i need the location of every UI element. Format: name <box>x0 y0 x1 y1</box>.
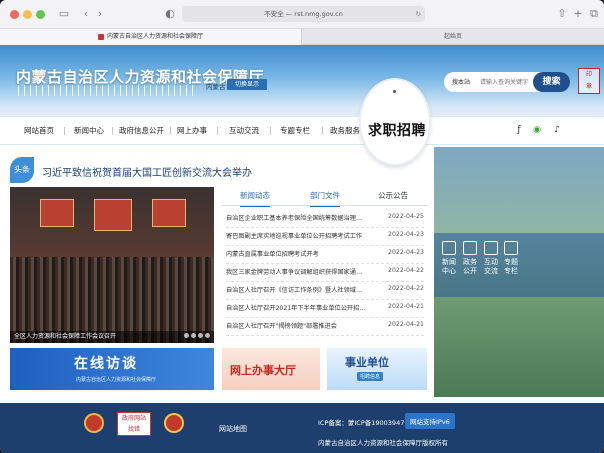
nav-interaction[interactable]: 互动交流 <box>229 125 259 136</box>
site-header: 内蒙古自治区人力资源和社会保障厅 内蒙古 切换显示 搜本站 搜索 印章 <box>0 45 604 117</box>
tab-start-page[interactable]: 起始页 <box>302 29 604 45</box>
sidebar-toggle-icon[interactable]: ▭ <box>56 6 72 22</box>
nav-home[interactable]: 网站首页 <box>24 125 54 136</box>
site-footer: 政府网站 找错 网站地图 ICP备案：蒙ICP备19003947号 网站支持IP… <box>0 403 604 453</box>
magnifier-lens: 求职招聘 <box>361 80 429 164</box>
address-bar[interactable]: 不安全 — rst.nmg.gov.cn ↻ <box>182 6 425 22</box>
search-scope-select[interactable]: 搜本站 <box>452 77 470 86</box>
quick-service-panel: 新闻 中心 政务 公开 互动 交流 专题 专栏 <box>434 233 604 297</box>
list-item[interactable]: 自治区企业职工基本养老保险全国统筹数据治理工... 2022-04-25 <box>226 210 424 228</box>
online-interview-banner[interactable]: 在线访谈 内蒙古自治区人力资源和社会保障厅 <box>10 348 214 390</box>
service-news-center[interactable]: 新闻 中心 <box>438 241 460 276</box>
address-text: 不安全 — rst.nmg.gov.cn <box>264 10 343 18</box>
forward-icon[interactable]: › <box>92 6 108 22</box>
nav-gov-services[interactable]: 政务服务 <box>330 125 360 136</box>
nav-special-topics[interactable]: 专题专栏 <box>280 125 310 136</box>
browser-window: ▭ ‹ › ◐ 不安全 — rst.nmg.gov.cn ↻ ⇧ + ⧉ 内蒙古… <box>0 0 604 453</box>
close-window-button[interactable] <box>10 10 19 19</box>
shield-icon[interactable]: ◐ <box>162 6 178 22</box>
party-emblem-icon <box>84 413 104 433</box>
search-input[interactable] <box>480 76 536 88</box>
copyright-text: 内蒙古自治区人力资源和社会保障厅版权所有 <box>318 439 448 447</box>
wechat-icon[interactable]: ◉ <box>531 124 543 136</box>
list-item[interactable]: 内蒙古直属事业单位招聘考试开考 2022-04-23 <box>226 246 424 264</box>
site-map-link[interactable]: 网站地图 <box>219 424 247 434</box>
search-button[interactable]: 搜索 <box>533 72 570 92</box>
service-interaction[interactable]: 互动 交流 <box>480 241 502 276</box>
weibo-icon[interactable]: ƒ <box>513 124 525 136</box>
tab-overview-icon[interactable]: ⧉ <box>586 6 602 22</box>
tab-bar: 内蒙古自治区人力资源和社会保障厅 起始页 <box>0 29 604 45</box>
headline-badge: 头条 <box>10 157 34 183</box>
nav-online-services[interactable]: 网上办事 <box>177 125 207 136</box>
tab-label: 内蒙古自治区人力资源和社会保障厅 <box>106 33 203 40</box>
main-nav: 网站首页 新闻中心 政府信息公开 网上办事 互动交流 专题专栏 政务服务 ƒ ◉… <box>0 117 604 145</box>
reload-icon[interactable]: ↻ <box>416 6 421 22</box>
seal-icon: 印章 <box>578 68 600 94</box>
new-tab-icon[interactable]: + <box>570 6 586 22</box>
carousel-dots[interactable] <box>182 332 210 340</box>
minimize-window-button[interactable] <box>23 10 32 19</box>
tab-active[interactable]: 内蒙古自治区人力资源和社会保障厅 <box>0 29 302 45</box>
service-gov-affairs[interactable]: 政务 公开 <box>459 241 481 276</box>
document-icon <box>442 241 456 255</box>
favicon-icon <box>97 33 104 40</box>
chat-icon <box>484 241 498 255</box>
service-special-topics[interactable]: 专题 专栏 <box>500 241 522 276</box>
national-emblem-icon <box>164 413 184 433</box>
list-item[interactable]: 自治区人社厅召开2021年下半年事业单位公开招聘分... 2022-04-21 <box>226 300 424 318</box>
list-item[interactable]: 寄巴图副主席实地巡视事业单位公开招聘考试工作 2022-04-23 <box>226 228 424 246</box>
nav-news[interactable]: 新闻中心 <box>74 125 104 136</box>
gov-error-report-button[interactable]: 政府网站 找错 <box>117 412 151 436</box>
list-item[interactable]: 我区三家金牌劳动人事争议调解组织获得国家通报表扬 2022-04-22 <box>226 264 424 282</box>
nav-job-recruitment[interactable]: 求职招聘 <box>368 120 426 140</box>
nav-gov-info[interactable]: 政府信息公开 <box>119 125 164 136</box>
tab-announcements[interactable]: 公示公告 <box>378 190 408 201</box>
public-institution-recruit-banner[interactable]: 事业单位 招聘信息 <box>327 348 427 390</box>
tab-label: 起始页 <box>443 33 462 40</box>
browser-toolbar: ▭ ‹ › ◐ 不安全 — rst.nmg.gov.cn ↻ ⇧ + ⧉ <box>0 0 604 29</box>
ipv6-badge: 网站支持IPv6 <box>405 413 455 429</box>
region-label: 内蒙古 <box>206 83 226 91</box>
grid-icon <box>504 241 518 255</box>
zoom-window-button[interactable] <box>36 10 45 19</box>
news-photo-carousel[interactable]: 全区人力资源和社会保障工作会议召开 <box>10 187 214 343</box>
online-service-hall-banner[interactable]: 网上办事大厅 <box>222 348 320 390</box>
region-switch-button[interactable]: 切换显示 <box>227 79 267 90</box>
list-item[interactable]: 自治区人社厅召开《信访工作条例》暨人社领域信访... 2022-04-22 <box>226 282 424 300</box>
list-item[interactable]: 自治区人社厅召开"揭榜领题"部署推进会 2022-04-21 <box>226 318 424 336</box>
building-icon <box>463 241 477 255</box>
icp-link[interactable]: ICP备案：蒙ICP备19003947号 <box>318 417 411 427</box>
share-icon[interactable]: ⇧ <box>554 6 570 22</box>
headline-link[interactable]: 习近平致信祝贺首届大国工匠创新交流大会举办 <box>42 164 252 179</box>
douyin-icon[interactable]: ♪ <box>551 124 563 136</box>
header-landscape <box>0 99 604 117</box>
mongolian-script-logo <box>18 85 208 97</box>
